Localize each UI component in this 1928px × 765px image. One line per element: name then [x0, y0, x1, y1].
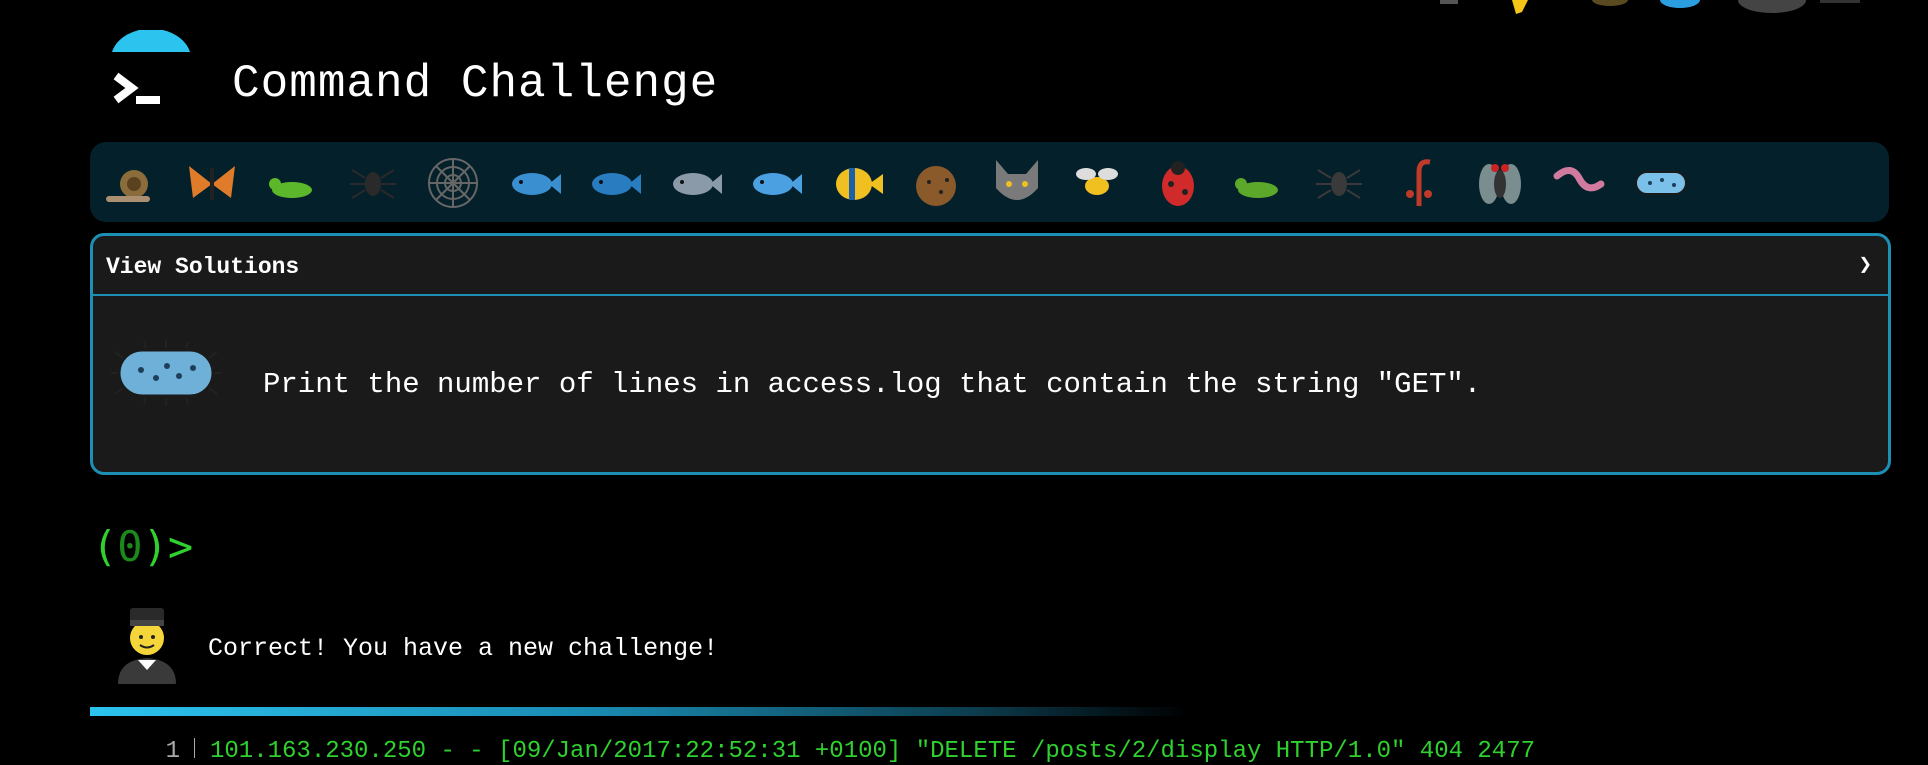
scorpion-icon — [1406, 159, 1432, 206]
view-solutions-toggle[interactable]: View Solutions ❯ — [93, 236, 1888, 296]
header: Command Challenge — [106, 30, 806, 120]
log-line: 101.163.230.250 - - [09/Jan/2017:22:52:3… — [210, 738, 1536, 765]
whale2-icon — [592, 173, 641, 195]
spider-icon — [1315, 169, 1362, 199]
prompt-close: )> — [142, 522, 194, 571]
log-line-number: 1 — [165, 738, 180, 765]
judge-avatar-icon — [118, 608, 176, 684]
caterpillar-icon — [269, 178, 312, 198]
ladybug-icon — [1161, 161, 1194, 206]
challenge-panel: View Solutions ❯ Print the number of lin… — [90, 233, 1891, 475]
butterfly-icon — [188, 166, 235, 200]
blowfish-icon — [916, 166, 956, 206]
microbe-icon — [111, 340, 221, 406]
snail-icon — [106, 170, 150, 202]
log-gutter — [194, 738, 195, 758]
feedback-message: Correct! You have a new challenge! — [112, 600, 1012, 690]
dolphin-icon — [672, 173, 722, 195]
wolf-icon — [995, 160, 1038, 200]
page-title: Command Challenge — [232, 58, 719, 110]
spider-web-icon — [428, 158, 478, 208]
progress-divider — [90, 707, 1190, 716]
bee-icon — [1076, 168, 1118, 195]
tropical-fish-icon — [835, 168, 883, 200]
whale-icon — [511, 173, 561, 195]
fish-icon — [753, 173, 802, 195]
view-solutions-label: View Solutions — [106, 254, 300, 280]
cricket-icon — [1235, 178, 1278, 198]
microbe-icon — [1634, 171, 1687, 195]
terminal-logo-icon — [106, 30, 194, 118]
animal-progress-bar — [90, 142, 1889, 222]
chevron-right-icon: ❯ — [1858, 253, 1872, 278]
ant-icon — [349, 169, 396, 199]
worm-icon — [1553, 167, 1605, 192]
challenge-description: Print the number of lines in access.log … — [263, 368, 1482, 401]
prompt-open: ( — [92, 522, 118, 571]
command-prompt[interactable]: (0)> — [92, 522, 193, 571]
feedback-text: Correct! You have a new challenge! — [208, 634, 719, 663]
fly-icon — [1478, 164, 1521, 204]
prompt-counter: 0 — [117, 522, 143, 571]
